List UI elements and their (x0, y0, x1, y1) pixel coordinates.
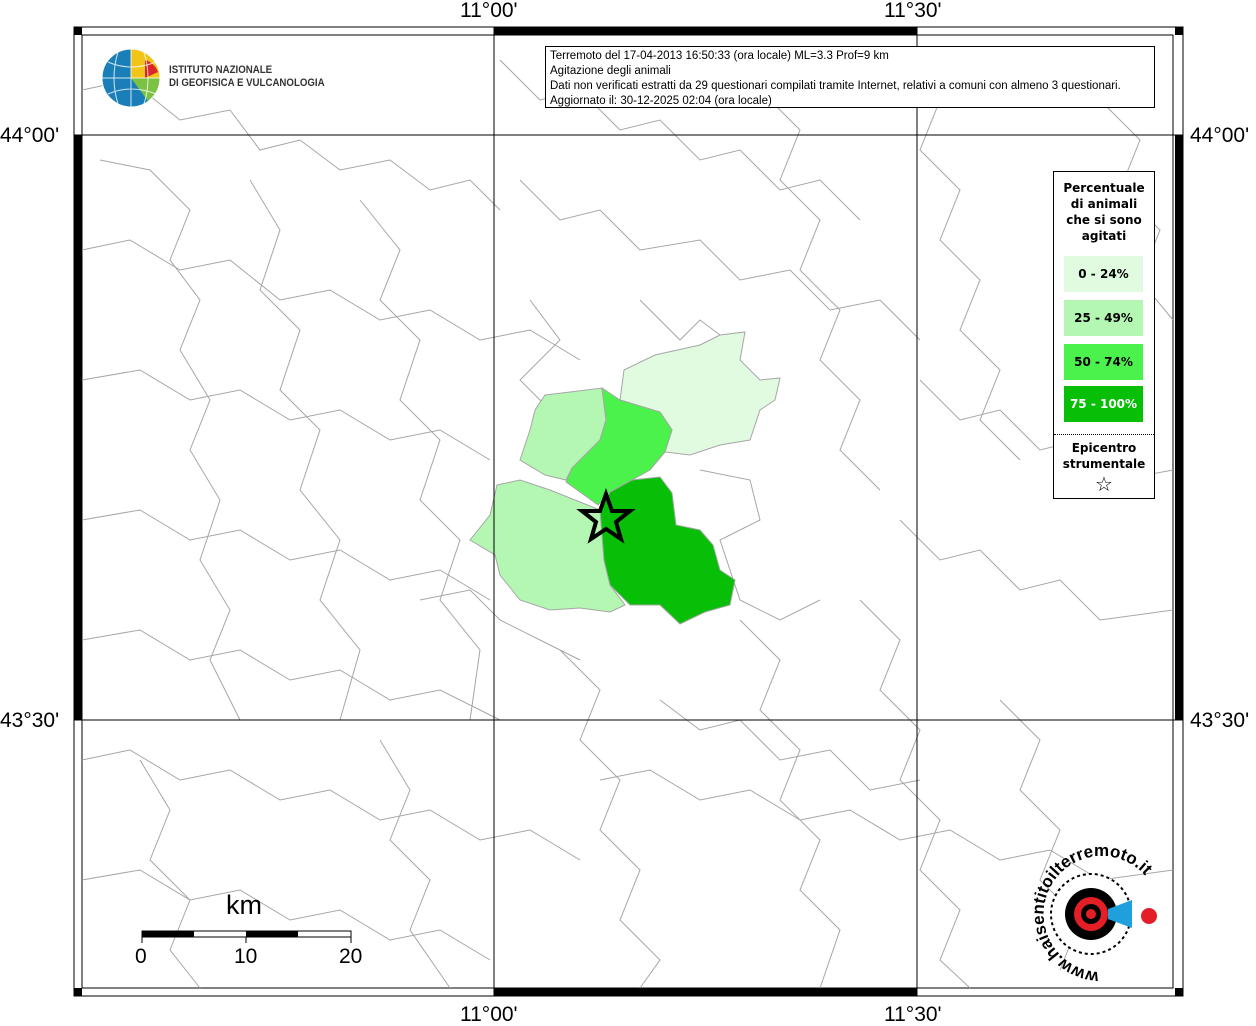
scale-tick-20: 20 (339, 945, 363, 968)
institute-line2: DI GEOFISICA E VULCANOLOGIA (169, 77, 325, 89)
legend-epicenter-line: Epicentro (1071, 441, 1137, 455)
lon-label-bottom-left: 11°00' (460, 1003, 518, 1026)
lat-label-left-top: 44°00' (0, 124, 60, 147)
lat-label-right-top: 44°00' (1190, 124, 1250, 147)
data-note: Dati non verificati estratti da 29 quest… (550, 80, 1121, 92)
legend-class-3: 75 - 100% (1064, 386, 1143, 422)
map-canvas (73, 26, 1184, 997)
legend-title-line: di animali (1070, 197, 1138, 211)
institute-line1: ISTITUTO NAZIONALE (169, 64, 273, 76)
lon-label-bottom-right: 11°30' (884, 1003, 942, 1026)
update-time: Aggiornato il: 30-12-2025 02:04 (ora loc… (550, 95, 772, 107)
ingv-logo-icon (101, 48, 161, 108)
scale-tick-10: 10 (234, 945, 258, 968)
lat-label-left-bottom: 43°30' (0, 709, 60, 732)
legend-class-0: 0 - 24% (1064, 256, 1143, 292)
lat-label-right-bottom: 43°30' (1190, 709, 1250, 732)
lon-label-top-right: 11°30' (884, 0, 942, 22)
legend-title-line: Percentuale (1063, 181, 1145, 195)
event-line: Terremoto del 17-04-2013 16:50:33 (ora l… (550, 50, 889, 62)
legend-star-icon: ☆ (1095, 472, 1113, 496)
legend-epicenter-label: Epicentro strumentale (1054, 440, 1154, 472)
legend: Percentuale di animali che si sono agita… (1053, 171, 1155, 499)
legend-title-line: che si sono (1066, 213, 1142, 227)
legend-class-1: 25 - 49% (1064, 300, 1143, 336)
map-subject: Agitazione degli animali (550, 65, 671, 77)
event-info-box: Terremoto del 17-04-2013 16:50:33 (ora l… (545, 46, 1155, 108)
scale-title: km (226, 890, 262, 920)
legend-title-line: agitati (1081, 229, 1127, 243)
legend-epicenter-line: strumentale (1062, 457, 1146, 471)
legend-title: Percentuale di animali che si sono agita… (1054, 180, 1154, 244)
scale-tick-0: 0 (135, 945, 147, 968)
legend-separator (1054, 434, 1154, 435)
institute-name: ISTITUTO NAZIONALE DI GEOFISICA E VULCAN… (169, 64, 325, 90)
lon-label-top-left: 11°00' (460, 0, 518, 22)
legend-class-2: 50 - 74% (1064, 344, 1143, 380)
